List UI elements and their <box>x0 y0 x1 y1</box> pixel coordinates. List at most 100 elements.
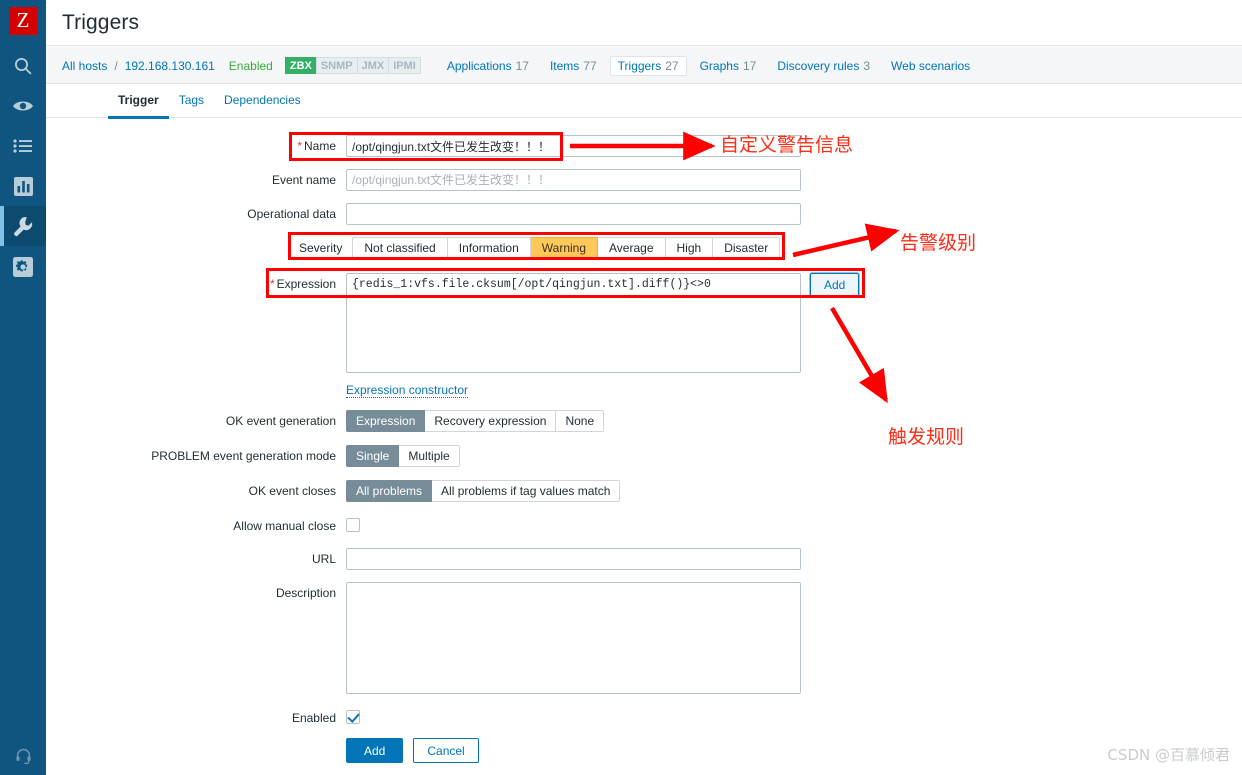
gear-icon <box>13 257 33 277</box>
sidebar-item-monitoring[interactable] <box>0 86 46 126</box>
problem-event-generation-mode-selector[interactable]: Single Multiple <box>346 445 460 467</box>
protocol-badge-zbx[interactable]: ZBX <box>284 57 317 74</box>
ok-event-generation-selector[interactable]: Expression Recovery expression None <box>346 410 605 432</box>
nav-graphs[interactable]: Graphs 17 <box>692 56 765 76</box>
sidebar-item-support[interactable] <box>0 735 46 775</box>
host-status[interactable]: Enabled <box>229 59 273 73</box>
label-problem-event-generation-mode: PROBLEM event generation mode <box>151 449 336 463</box>
label-expression-text: Expression <box>276 277 336 291</box>
eye-icon <box>12 98 34 114</box>
form-actions: Add Cancel <box>46 738 479 763</box>
sidebar: Z <box>0 0 46 775</box>
nav-discovery-rules[interactable]: Discovery rules 3 <box>769 56 878 76</box>
tab-bar: Trigger Tags Dependencies <box>46 85 1242 119</box>
field-row-url: URL <box>46 548 801 570</box>
breadcrumb-bar: All hosts / 192.168.130.161 Enabled ZBX … <box>46 47 1242 84</box>
watermark: CSDN @百慕倾君 <box>1107 746 1230 764</box>
cancel-button[interactable]: Cancel <box>413 738 479 763</box>
list-icon <box>13 139 33 153</box>
label-name-text: Name <box>303 139 336 153</box>
label-operational-data: Operational data <box>247 207 336 221</box>
ok-event-closes-option-tag-values-match[interactable]: All problems if tag values match <box>432 480 621 502</box>
label-url: URL <box>311 552 336 566</box>
field-row-ok-event-closes: OK event closes All problems All problem… <box>46 480 621 502</box>
event-name-input[interactable] <box>346 169 801 191</box>
ok-event-generation-option-expression[interactable]: Expression <box>346 410 426 432</box>
ok-event-closes-selector[interactable]: All problems All problems if tag values … <box>346 480 621 502</box>
sidebar-item-search[interactable] <box>0 46 46 86</box>
field-row-description: Description <box>46 582 801 694</box>
expression-add-button[interactable]: Add <box>808 272 861 297</box>
nav-triggers[interactable]: Triggers 27 <box>609 55 687 76</box>
operational-data-input[interactable] <box>346 203 801 225</box>
bar-chart-icon <box>13 176 33 196</box>
nav-web-scenarios-label: Web scenarios <box>891 58 971 73</box>
problem-event-mode-option-single[interactable]: Single <box>346 445 400 467</box>
tab-dependencies[interactable]: Dependencies <box>214 85 311 119</box>
expression-textarea[interactable] <box>346 273 801 373</box>
nav-triggers-count: 27 <box>665 58 679 73</box>
description-textarea[interactable] <box>346 582 801 694</box>
nav-items-count: 77 <box>583 58 597 73</box>
field-row-problem-event-generation-mode: PROBLEM event generation mode Single Mul… <box>46 445 460 467</box>
breadcrumb-separator: / <box>114 58 118 73</box>
support-headset-icon <box>15 747 32 764</box>
severity-option-not-classified[interactable]: Not classified <box>352 237 448 259</box>
submit-add-button[interactable]: Add <box>346 738 404 763</box>
nav-web-scenarios[interactable]: Web scenarios <box>883 56 978 76</box>
tab-trigger[interactable]: Trigger <box>108 85 169 119</box>
allow-manual-close-checkbox[interactable] <box>346 518 360 532</box>
required-marker-name: * <box>297 139 302 153</box>
annotation-text-name: 自定义警告信息 <box>720 134 854 156</box>
sidebar-item-inventory[interactable] <box>0 126 46 166</box>
nav-triggers-label: Triggers <box>617 58 662 73</box>
enabled-checkbox[interactable] <box>346 710 360 724</box>
expression-constructor-link[interactable]: Expression constructor <box>346 383 469 398</box>
protocol-badge-ipmi[interactable]: IPMI <box>388 57 421 74</box>
protocol-badge-jmx[interactable]: JMX <box>356 57 390 74</box>
severity-option-high[interactable]: High <box>665 237 714 259</box>
problem-event-mode-option-multiple[interactable]: Multiple <box>399 445 460 467</box>
label-ok-event-closes: OK event closes <box>248 484 336 498</box>
field-row-name: * Name <box>46 135 801 157</box>
label-expression: * Expression <box>46 273 346 295</box>
annotation-text-expression: 触发规则 <box>888 426 965 448</box>
search-icon <box>13 56 33 76</box>
sidebar-item-reports[interactable] <box>0 166 46 206</box>
label-name: * Name <box>46 135 346 157</box>
ok-event-closes-option-all-problems[interactable]: All problems <box>346 480 433 502</box>
sidebar-item-configuration[interactable] <box>0 206 46 246</box>
nav-applications-count: 17 <box>515 58 529 73</box>
protocol-badge-snmp[interactable]: SNMP <box>315 57 358 74</box>
breadcrumb: All hosts / 192.168.130.161 Enabled ZBX … <box>62 47 983 84</box>
nav-items[interactable]: Items 77 <box>542 56 605 76</box>
field-row-ok-event-generation: OK event generation Expression Recovery … <box>46 410 605 432</box>
severity-option-disaster[interactable]: Disaster <box>713 237 781 259</box>
nav-applications[interactable]: Applications 17 <box>439 56 537 76</box>
host-nav-links: Applications 17 Items 77 Triggers 27 Graphs… <box>439 55 983 76</box>
required-marker-expression: * <box>269 277 275 291</box>
label-severity: Severity <box>299 241 343 255</box>
label-enabled: Enabled <box>291 711 336 725</box>
severity-option-warning[interactable]: Warning <box>530 237 599 259</box>
url-input[interactable] <box>346 548 801 570</box>
page-header: Triggers <box>46 0 1242 46</box>
field-row-expression: *Expression Add Expression constructor <box>46 272 861 399</box>
nav-applications-label: Applications <box>446 58 512 73</box>
field-row-event-name: Event name <box>46 169 801 191</box>
label-description: Description <box>275 586 336 600</box>
ok-event-generation-option-recovery-expression[interactable]: Recovery expression <box>425 410 557 432</box>
zabbix-logo-letter: Z <box>16 7 30 32</box>
zabbix-logo[interactable]: Z <box>9 7 37 35</box>
severity-option-average[interactable]: Average <box>598 237 666 259</box>
arrow-to-severity <box>792 223 900 258</box>
page-title: Triggers <box>62 11 140 34</box>
severity-option-information[interactable]: Information <box>447 237 531 259</box>
tab-tags[interactable]: Tags <box>169 85 214 119</box>
breadcrumb-host[interactable]: 192.168.130.161 <box>125 59 215 73</box>
ok-event-generation-option-none[interactable]: None <box>556 410 605 432</box>
severity-selector[interactable]: Not classified Information Warning Avera… <box>352 237 781 259</box>
sidebar-item-administration[interactable] <box>0 247 46 287</box>
breadcrumb-all-hosts[interactable]: All hosts <box>62 59 107 73</box>
wrench-icon <box>13 216 34 237</box>
